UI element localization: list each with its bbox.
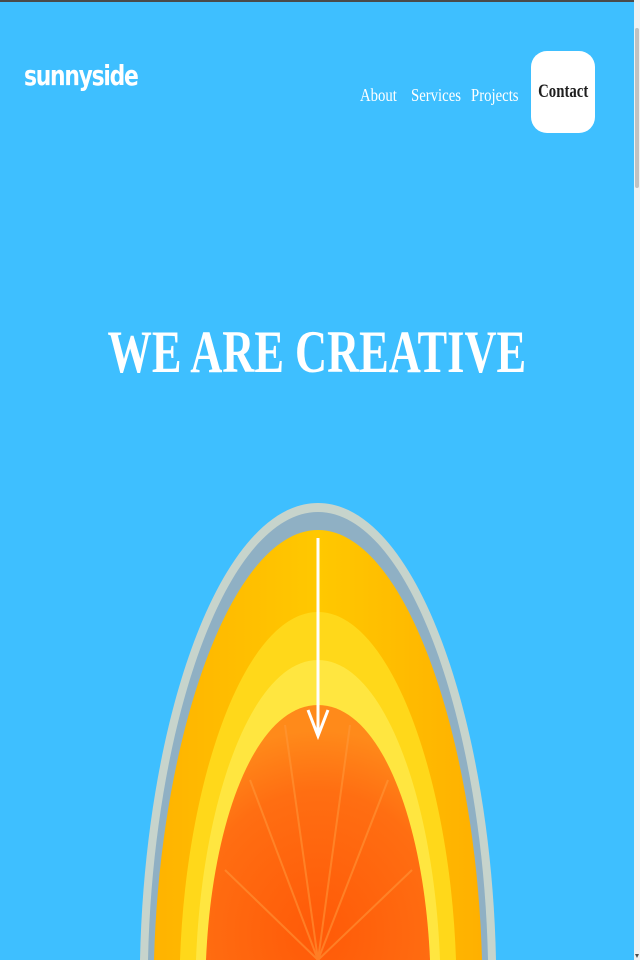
landing-page: sunnyside About Services Projects Contac… <box>0 0 640 960</box>
scroll-down-arrow-icon[interactable] <box>635 954 639 958</box>
scrollbar-thumb[interactable] <box>635 28 639 188</box>
arrow-down-icon[interactable] <box>0 0 634 960</box>
vertical-scrollbar[interactable] <box>634 0 640 960</box>
